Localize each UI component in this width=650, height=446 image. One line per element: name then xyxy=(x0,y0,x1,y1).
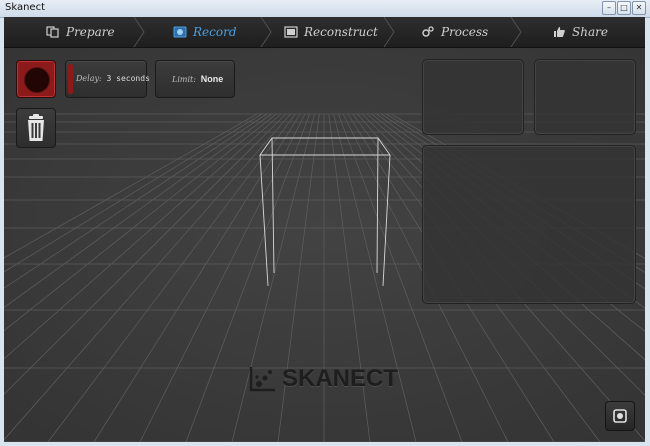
limit-label: Limit: xyxy=(172,75,196,84)
delay-value: 3 seconds xyxy=(106,74,150,83)
tab-separator xyxy=(260,17,272,47)
delete-recording-button[interactable] xyxy=(16,108,56,148)
limit-button[interactable]: Limit: None xyxy=(155,60,235,98)
window-controls: – □ ✕ xyxy=(602,1,646,15)
tab-prepare-label: Prepare xyxy=(66,25,115,39)
window-title: Skanect xyxy=(5,2,45,13)
view-toggle-button[interactable] xyxy=(605,401,635,431)
model-preview-panel xyxy=(422,145,636,304)
tab-reconstruct[interactable]: Reconstruct xyxy=(284,17,378,47)
limit-value: None xyxy=(200,74,224,84)
tab-share[interactable]: Share xyxy=(552,17,608,47)
record-dot-icon xyxy=(24,67,50,93)
trash-icon xyxy=(28,114,44,141)
skanect-logo-mark-icon xyxy=(249,367,275,392)
record-button[interactable] xyxy=(16,60,56,98)
tab-reconstruct-label: Reconstruct xyxy=(304,25,378,39)
minimize-button[interactable]: – xyxy=(602,1,616,15)
limit-text: Limit: None xyxy=(172,74,223,84)
workflow-tab-bar: Prepare Record Reconstruct Process Share xyxy=(4,17,645,48)
tab-separator xyxy=(133,17,145,47)
thumbs-up-icon xyxy=(554,27,565,37)
color-preview-panel xyxy=(422,59,524,135)
tab-record[interactable]: Record xyxy=(173,17,237,47)
app-client-area: Prepare Record Reconstruct Process Share… xyxy=(4,17,645,442)
delay-label: Delay: xyxy=(76,74,102,83)
depth-preview-panel xyxy=(534,59,636,135)
record-icon xyxy=(173,26,187,38)
tab-separator xyxy=(383,17,395,47)
camera-view-icon xyxy=(613,409,627,423)
skanect-logo-text: SKANECT xyxy=(282,365,399,392)
prepare-icon xyxy=(46,26,59,38)
tab-share-label: Share xyxy=(572,25,608,39)
delay-indicator xyxy=(68,64,73,94)
close-button[interactable]: ✕ xyxy=(632,1,646,15)
film-icon xyxy=(284,26,298,38)
delay-button[interactable]: Delay: 3 seconds xyxy=(65,60,150,98)
tab-separator xyxy=(510,17,522,47)
window-title-bar[interactable]: Skanect – □ ✕ xyxy=(0,0,650,18)
tab-record-label: Record xyxy=(193,25,237,39)
skanect-logo: SKANECT xyxy=(248,365,398,393)
delay-text: Delay: 3 seconds xyxy=(76,74,150,83)
tab-process[interactable]: Process xyxy=(421,17,488,47)
tab-process-label: Process xyxy=(441,25,489,39)
tab-prepare[interactable]: Prepare xyxy=(46,17,115,47)
gears-icon xyxy=(422,26,434,37)
maximize-button[interactable]: □ xyxy=(617,1,631,15)
